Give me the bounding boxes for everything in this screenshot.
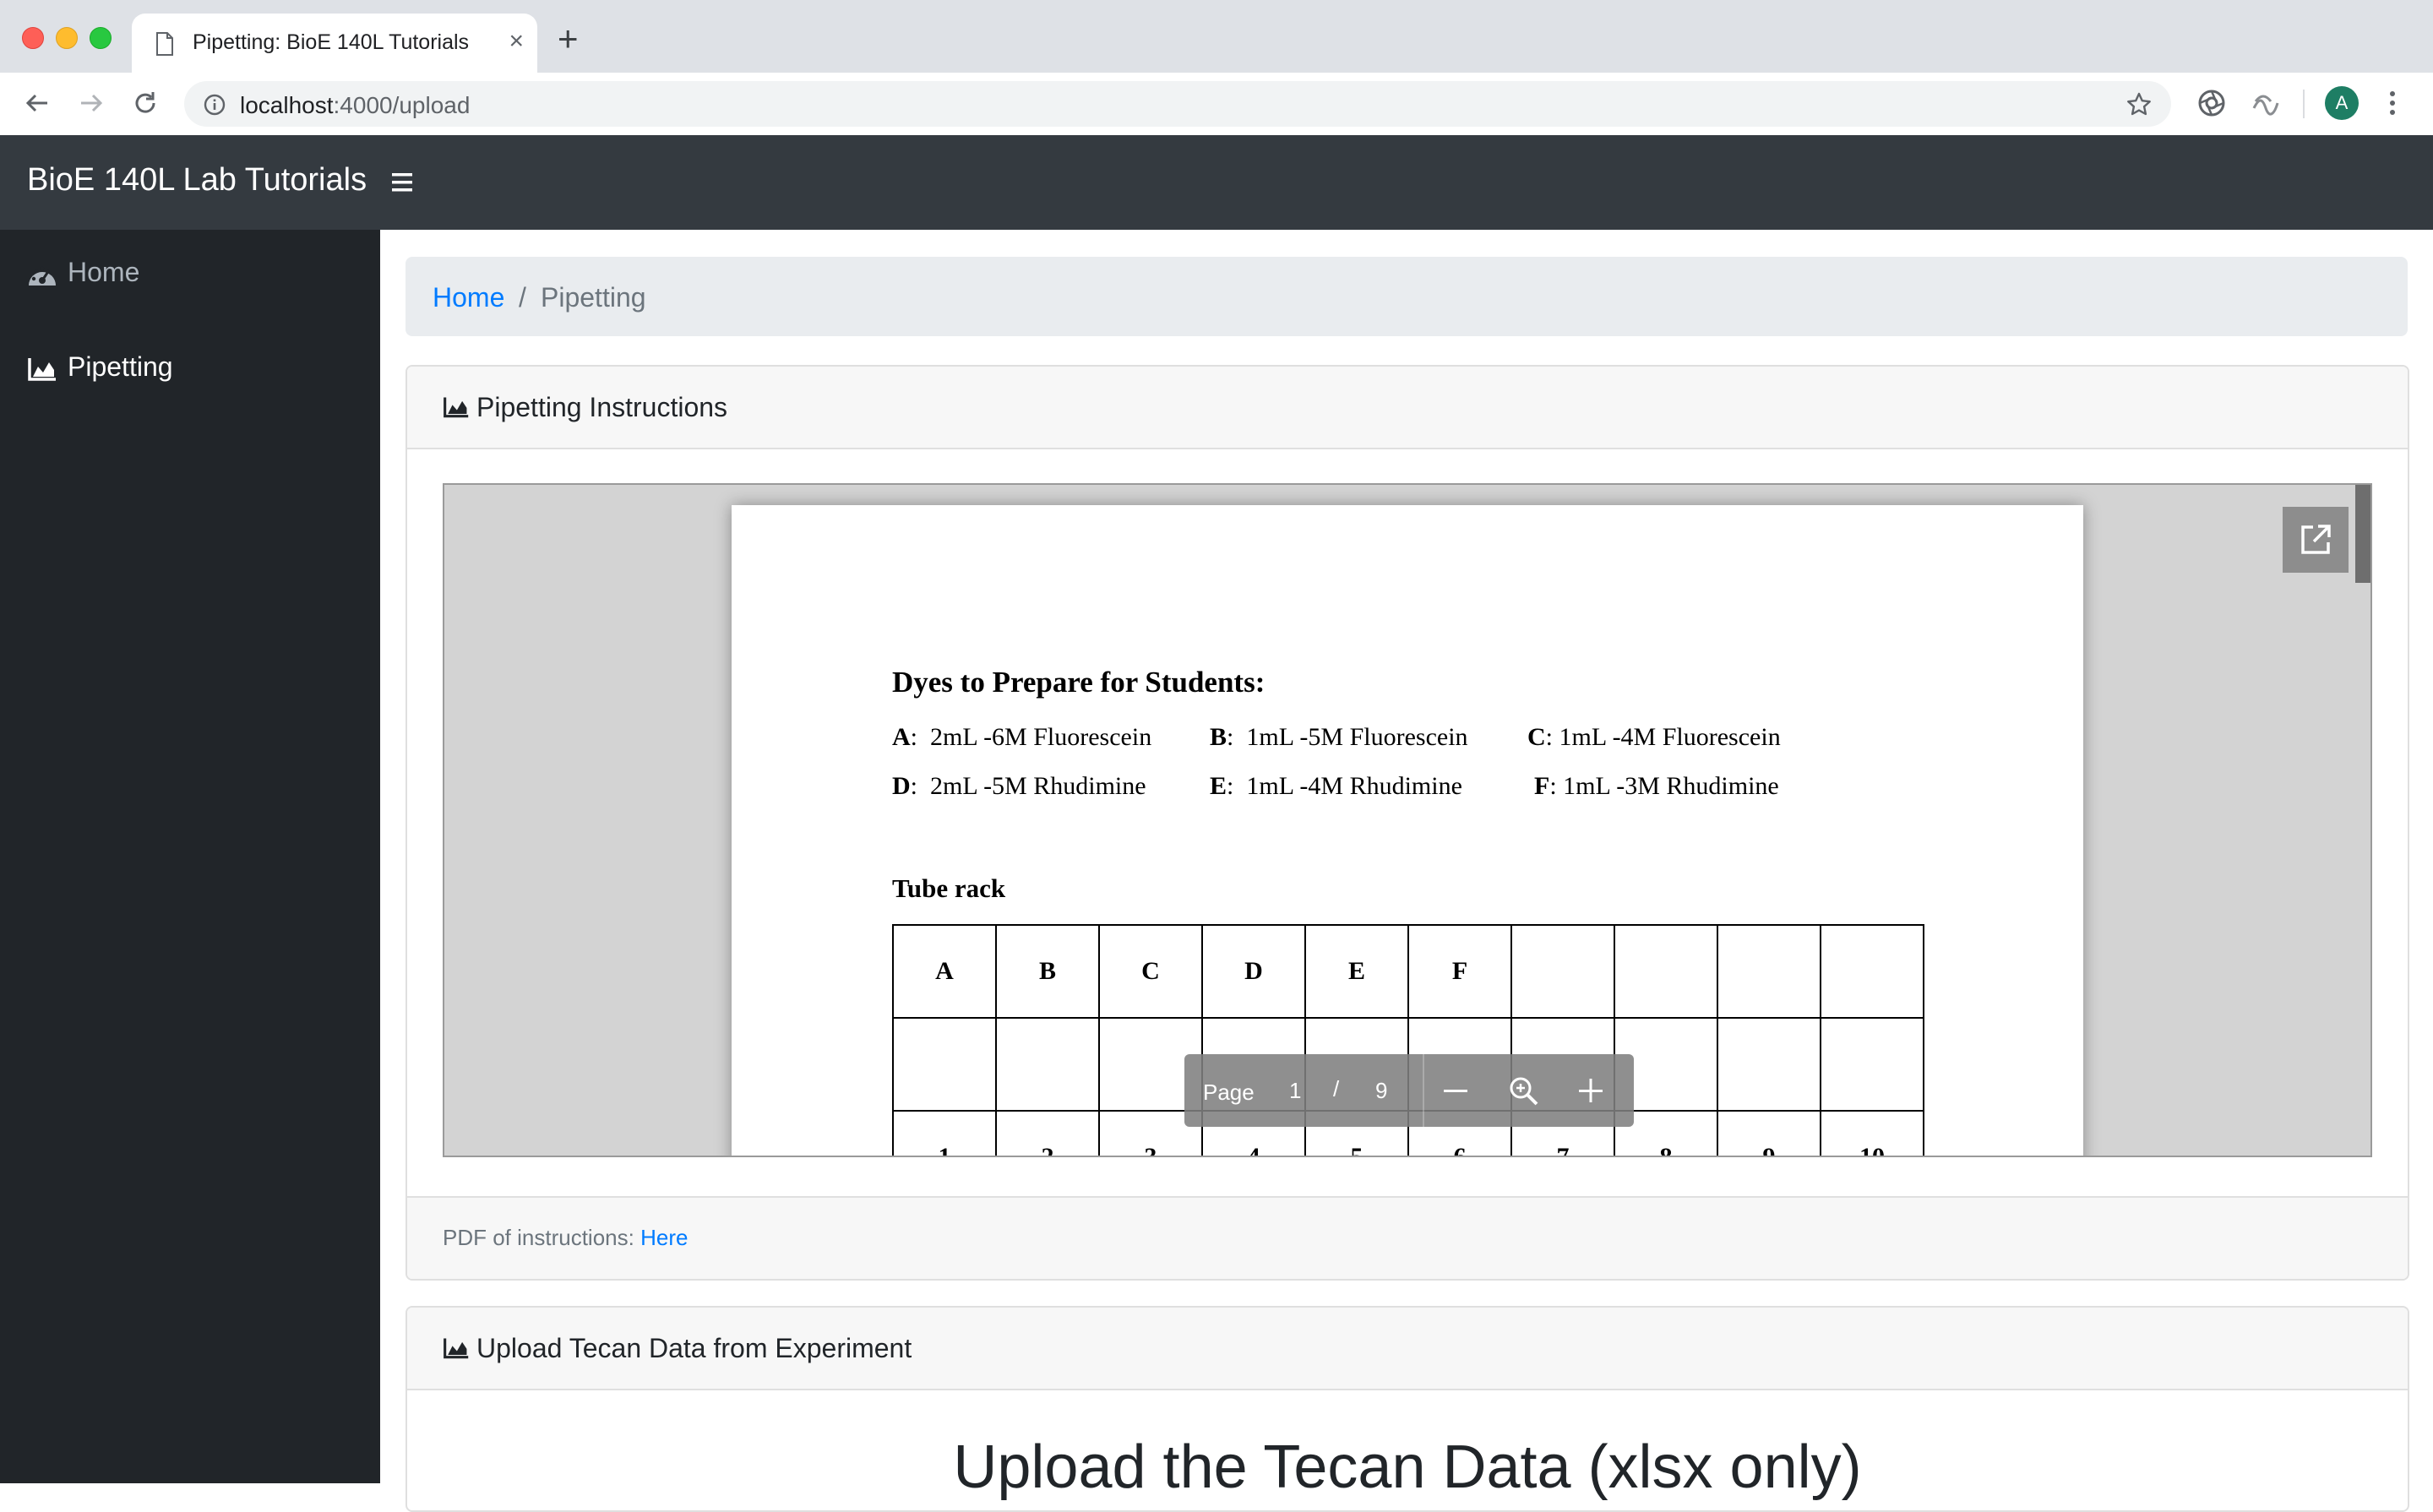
table-cell: C: [1098, 924, 1203, 1019]
breadcrumb-home-link[interactable]: Home: [433, 282, 504, 313]
area-chart-icon: [27, 356, 57, 386]
bookmark-star-icon[interactable]: [2125, 91, 2153, 122]
forward-icon[interactable]: [76, 88, 106, 122]
back-icon[interactable]: [22, 88, 52, 122]
upload-card: Upload Tecan Data from Experiment Upload…: [406, 1306, 2409, 1512]
table-cell: [1614, 924, 1718, 1019]
area-chart-icon: [443, 1336, 470, 1364]
card-title: Upload Tecan Data from Experiment: [476, 1333, 912, 1363]
dye-entry: A: 2mL -6M Fluorescein: [892, 723, 1152, 751]
zoom-fit-icon[interactable]: [1507, 1074, 1541, 1112]
pdf-heading: Dyes to Prepare for Students:: [892, 666, 1265, 699]
footer-prefix: PDF of instructions:: [443, 1225, 634, 1250]
table-cell: B: [995, 924, 1100, 1019]
table-cell: [1717, 1017, 1821, 1112]
table-cell: E: [1304, 924, 1409, 1019]
open-external-icon: [2301, 525, 2331, 554]
close-window-button[interactable]: [22, 27, 44, 49]
breadcrumb-current: Pipetting: [541, 282, 646, 313]
new-tab-button[interactable]: +: [558, 21, 579, 57]
table-row: A B C D E F: [892, 924, 1924, 1019]
card-title: Pipetting Instructions: [476, 392, 728, 422]
table-cell: 10: [1820, 1110, 1924, 1156]
breadcrumb: Home / Pipetting: [406, 257, 2408, 336]
pdf-viewer[interactable]: Dyes to Prepare for Students: A: 2mL -6M…: [443, 483, 2372, 1157]
zoom-out-icon[interactable]: [1440, 1074, 1472, 1111]
toolbar-divider: [1423, 1054, 1424, 1127]
table-cell: F: [1407, 924, 1512, 1019]
table-cell: [1820, 924, 1924, 1019]
dye-entry: B: 1mL -5M Fluorescein: [1210, 723, 1468, 751]
document-icon: [155, 32, 174, 60]
address-bar[interactable]: localhost:4000/upload: [184, 81, 2171, 127]
extension-aperture-icon[interactable]: [2196, 88, 2227, 122]
browser-menu-icon[interactable]: [2387, 88, 2398, 122]
table-cell: [892, 1017, 997, 1112]
page-label: Page: [1203, 1080, 1255, 1105]
dye-entry: C: 1mL -4M Fluorescein: [1527, 723, 1781, 751]
table-cell: A: [892, 924, 997, 1019]
profile-avatar[interactable]: A: [2325, 86, 2359, 120]
pdf-page-toolbar: Page 1 / 9: [1184, 1054, 1634, 1127]
sidebar-item-label: Pipetting: [68, 351, 173, 382]
pdf-link-text: PDF of instructions: Here: [443, 1225, 688, 1251]
current-page-input[interactable]: 1: [1289, 1078, 1301, 1104]
table-cell: [1717, 924, 1821, 1019]
card-footer: PDF of instructions: Here: [407, 1196, 2408, 1279]
site-info-icon[interactable]: [203, 93, 226, 121]
pdf-here-link[interactable]: Here: [640, 1225, 688, 1250]
reload-icon[interactable]: [130, 88, 161, 122]
page-separator: /: [1333, 1076, 1340, 1101]
tube-rack-heading: Tube rack: [892, 873, 1006, 903]
table-cell: [995, 1017, 1100, 1112]
sidebar: [0, 230, 380, 1483]
url-host: localhost: [240, 92, 334, 118]
open-external-button[interactable]: [2283, 507, 2349, 573]
breadcrumb-separator: /: [519, 282, 526, 313]
sidebar-item-label: Home: [68, 257, 140, 287]
url-text[interactable]: localhost:4000/upload: [240, 92, 470, 119]
app-brand[interactable]: BioE 140L Lab Tutorials: [27, 162, 367, 199]
tachometer-icon: [27, 262, 57, 291]
total-pages: 9: [1375, 1078, 1388, 1103]
extension-wave-icon[interactable]: [2251, 88, 2281, 122]
dye-entry: F: 1mL -3M Rhudimine: [1534, 772, 1779, 800]
dye-entry: D: 2mL -5M Rhudimine: [892, 772, 1146, 800]
table-cell: 9: [1717, 1110, 1821, 1156]
sidebar-toggle-icon[interactable]: [390, 169, 414, 200]
app-navbar: BioE 140L Lab Tutorials: [0, 135, 2433, 230]
dye-entry: E: 1mL -4M Rhudimine: [1210, 772, 1462, 800]
upload-heading: Upload the Tecan Data (xlsx only): [953, 1433, 1862, 1501]
table-cell: 1: [892, 1110, 997, 1156]
close-tab-icon[interactable]: ×: [509, 29, 524, 54]
toolbar-separator: [2303, 90, 2305, 118]
card-header: Upload Tecan Data from Experiment: [407, 1308, 2408, 1390]
table-cell: 2: [995, 1110, 1100, 1156]
zoom-in-icon[interactable]: [1575, 1074, 1607, 1111]
table-cell: D: [1201, 924, 1306, 1019]
tab-title: Pipetting: BioE 140L Tutorials: [193, 30, 470, 54]
table-cell: [1820, 1017, 1924, 1112]
instructions-card: Pipetting Instructions Dyes to Prepare f…: [406, 365, 2409, 1281]
browser-tabstrip: Pipetting: BioE 140L Tutorials × +: [0, 0, 2433, 73]
maximize-window-button[interactable]: [90, 27, 112, 49]
table-cell: [1510, 924, 1615, 1019]
viewer-scrollbar-thumb[interactable]: [2355, 485, 2370, 583]
area-chart-icon: [443, 395, 470, 423]
minimize-window-button[interactable]: [56, 27, 78, 49]
browser-toolbar: localhost:4000/upload A: [0, 73, 2433, 136]
url-path: :4000/upload: [333, 92, 471, 118]
card-header: Pipetting Instructions: [407, 367, 2408, 449]
browser-tab[interactable]: Pipetting: BioE 140L Tutorials ×: [132, 14, 537, 73]
